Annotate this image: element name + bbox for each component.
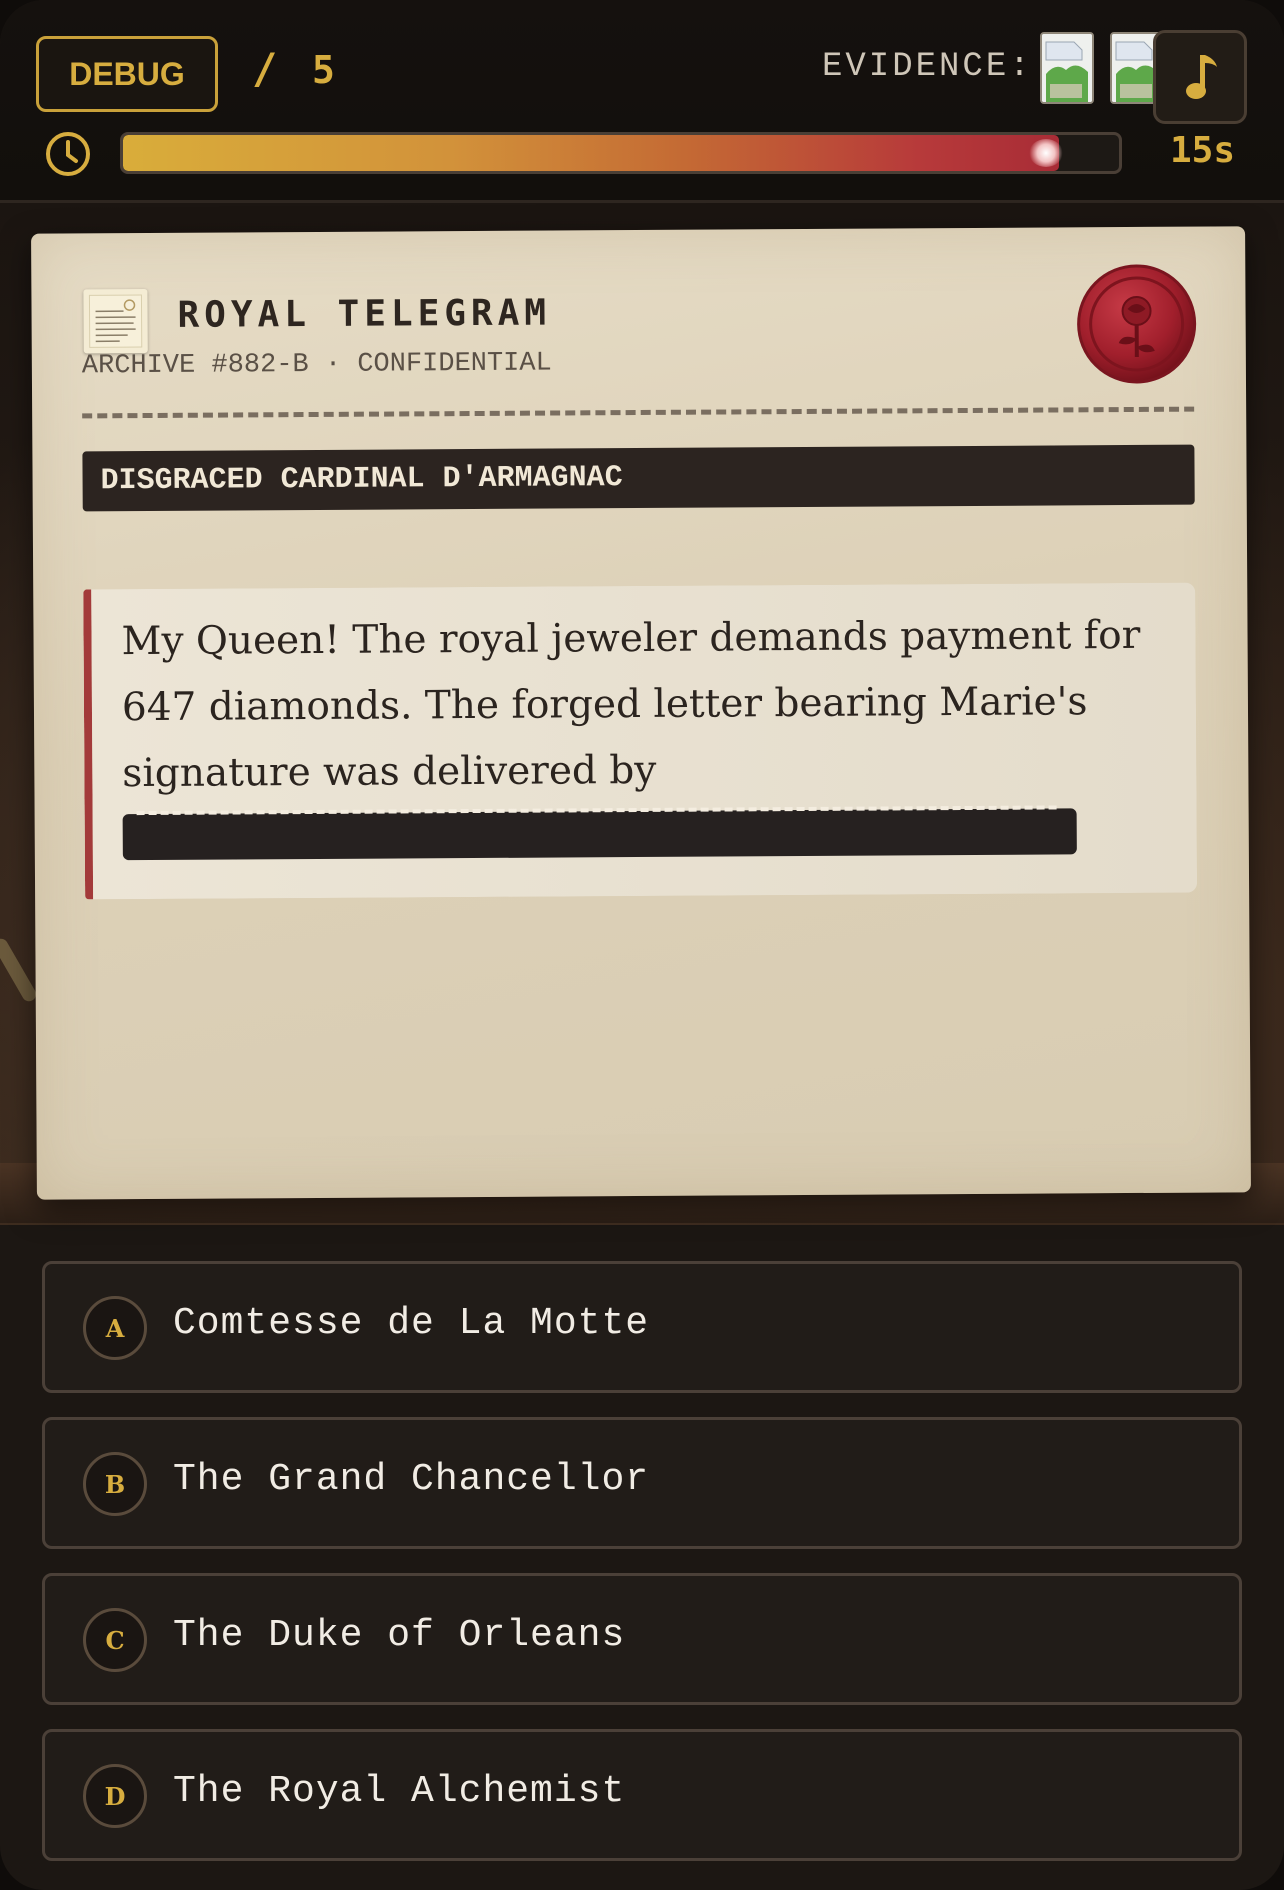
answer-label: Comtesse de La Motte: [173, 1302, 650, 1345]
debug-button[interactable]: DEBUG: [36, 36, 218, 112]
answer-label: The Royal Alchemist: [173, 1770, 626, 1813]
timer-bar-glow: [1029, 139, 1064, 167]
hud-bar: C 1 DEBUG / 5 EVIDENCE:: [0, 0, 1284, 203]
telegram-divider: [82, 406, 1195, 419]
evidence-thumbnail-1[interactable]: [1040, 32, 1094, 104]
answer-letter-badge: C: [83, 1608, 147, 1672]
answer-option-c[interactable]: C The Duke of Orleans: [42, 1573, 1242, 1705]
timer-bar: [120, 132, 1122, 174]
music-toggle-button[interactable]: [1153, 30, 1247, 124]
answer-label: The Grand Chancellor: [173, 1458, 650, 1501]
telegram-title: ROYAL TELEGRAM: [177, 292, 552, 336]
telegram-card: ROYAL TELEGRAM ARCHIVE #882-B · CONFIDEN…: [31, 226, 1251, 1200]
evidence-label: EVIDENCE:: [822, 48, 1033, 86]
lamp-decoration: [0, 936, 39, 1004]
timer-seconds: 15s: [1170, 130, 1236, 171]
answer-option-d[interactable]: D The Royal Alchemist: [42, 1729, 1242, 1861]
game-screen: C 1 DEBUG / 5 EVIDENCE:: [0, 0, 1284, 1890]
answer-letter-badge: D: [83, 1764, 147, 1828]
telegram-archive-subtitle: ARCHIVE #882-B · CONFIDENTIAL: [81, 348, 552, 382]
answer-letter-badge: B: [83, 1452, 147, 1516]
timer-bar-fill: [123, 135, 1060, 171]
wax-seal-rose-icon: [1077, 264, 1197, 384]
counter-separator: /: [252, 44, 278, 93]
sender-name-bar: DISGRACED CARDINAL D'ARMAGNAC: [82, 444, 1195, 512]
clock-icon: [46, 132, 90, 176]
message-text: My Queen! The royal jeweler demands paym…: [121, 612, 1141, 797]
telegram-message: My Queen! The royal jeweler demands paym…: [83, 582, 1198, 900]
music-note-icon: [1186, 55, 1217, 99]
question-total: 5: [312, 48, 335, 92]
answer-label: The Duke of Orleans: [173, 1614, 626, 1657]
answer-option-a[interactable]: A Comtesse de La Motte: [42, 1261, 1242, 1393]
redacted-answer-blank: [122, 808, 1077, 861]
answer-option-b[interactable]: B The Grand Chancellor: [42, 1417, 1242, 1549]
telegram-document-icon: [83, 289, 148, 354]
answer-letter-badge: A: [83, 1296, 147, 1360]
